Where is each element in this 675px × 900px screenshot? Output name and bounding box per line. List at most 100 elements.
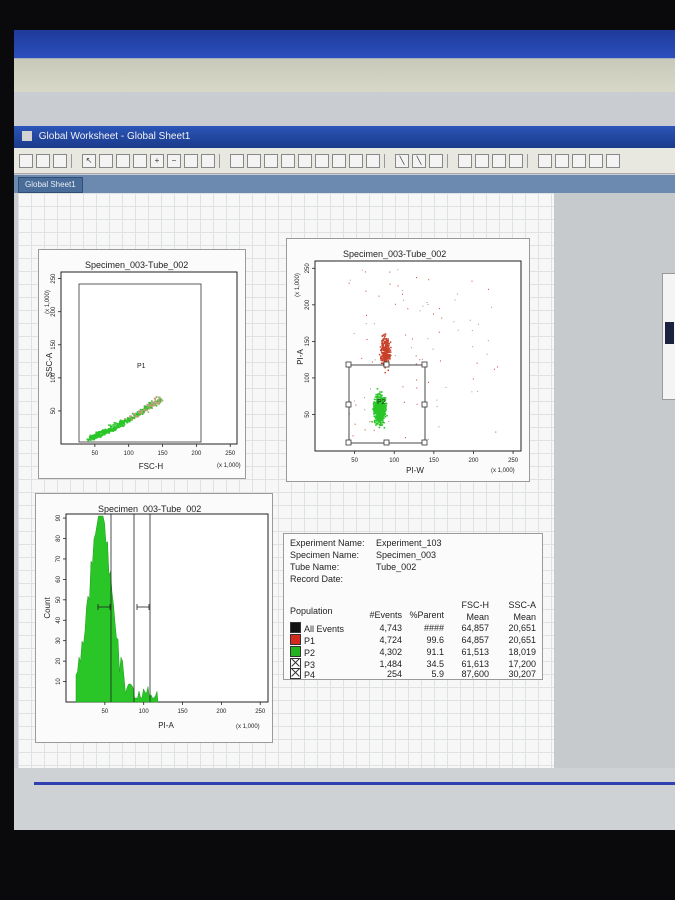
app-icon (22, 131, 32, 142)
plot-frame (314, 260, 522, 452)
line-tool-icon[interactable]: ╲ (395, 153, 409, 168)
x-axis-label: PI-W (406, 466, 424, 475)
plot-frame (60, 271, 238, 445)
window-title: Global Worksheet - Global Sheet1 (38, 131, 191, 142)
dot-plot-ssc-fsc[interactable]: Specimen_003-Tube_002 P1 50 100 150 200 250 … (38, 249, 246, 479)
open-icon[interactable] (19, 153, 33, 168)
toolbar-divider (447, 153, 454, 168)
tube-name-label: Tube Name: (290, 562, 340, 572)
dot-plot-icon[interactable] (99, 153, 113, 168)
table-row[interactable]: P1 4,724 99.6 64,857 20,651 (290, 634, 536, 646)
x-tick-label: 100 (124, 451, 135, 457)
fsch-mean-cell: 61,513 (461, 647, 489, 657)
interval-gate-icon[interactable] (281, 153, 295, 168)
toolbar-divider (71, 153, 78, 168)
record-date-row: Record Date: (290, 574, 376, 584)
experiment-name-label: Experiment Name: (290, 538, 365, 548)
y-tick-label: 10 (56, 678, 62, 685)
zoom-out-icon[interactable]: − (167, 153, 181, 168)
page-icon[interactable] (366, 153, 380, 168)
specimen-name-label: Specimen Name: (290, 550, 360, 560)
ssca-mean-cell: 18,019 (508, 647, 536, 657)
arrange-icon[interactable] (555, 153, 569, 168)
tube-name-row: Tube Name: Tube_002 (290, 562, 416, 572)
gate-label: P2 (377, 399, 386, 406)
experiment-name-value: Experiment_103 (376, 538, 442, 548)
x-scale-note: (x 1,000) (236, 724, 260, 730)
dot-plot-pia-piw[interactable]: Specimen_003-Tube_002 P2 50 100 150 200 250 … (286, 238, 530, 482)
taskbar-line (34, 782, 675, 785)
table-row[interactable]: P2 4,302 91.1 61,513 18,019 (290, 646, 536, 658)
monitor-screen: Global Worksheet - Global Sheet1 ↖ + − ╲… (14, 30, 675, 830)
grid-layout-icon[interactable] (589, 153, 603, 168)
x-tick-label: 250 (255, 709, 266, 715)
layout-icon[interactable] (332, 153, 346, 168)
polygon-gate-icon[interactable] (247, 153, 261, 168)
grid-icon[interactable] (349, 153, 363, 168)
x-ticks: 50 100 150 200 250 (92, 444, 236, 457)
ssca-mean-cell: 30,207 (508, 669, 536, 679)
x-tick-label: 100 (389, 458, 400, 464)
hierarchy-icon[interactable] (315, 153, 329, 168)
y-axis-label: Count (43, 597, 52, 619)
align-right-icon[interactable] (492, 153, 506, 168)
x-tick-label: 100 (139, 709, 150, 715)
col-header-events: #Events (369, 610, 402, 620)
y-tick-label: 150 (305, 336, 311, 347)
zoom-in-icon[interactable]: + (150, 153, 164, 168)
rectangle-gate-icon[interactable] (230, 153, 244, 168)
table-row[interactable]: P4 254 5.9 87,600 30,207 (290, 668, 536, 681)
events-cell: 4,302 (379, 647, 402, 657)
align-left-icon[interactable] (458, 153, 472, 168)
x-tick-label: 250 (508, 458, 519, 464)
y-tick-label: 50 (51, 407, 57, 414)
gate-label: P1 (137, 363, 146, 370)
histogram-icon[interactable] (53, 153, 67, 168)
x-tick-label: 50 (351, 458, 358, 464)
y-tick-label: 60 (56, 575, 62, 582)
quadrant-gate-icon[interactable] (298, 153, 312, 168)
print-icon[interactable] (36, 153, 50, 168)
text-box-icon[interactable] (201, 153, 215, 168)
specimen-name-value: Specimen_003 (376, 550, 437, 560)
batch-icon[interactable] (538, 153, 552, 168)
arrow-tool-icon[interactable]: ╲ (412, 153, 426, 168)
y-ticks: 50 100 150 200 250 (305, 263, 315, 418)
table-icon[interactable] (572, 153, 586, 168)
tab-global-sheet1[interactable]: Global Sheet1 (18, 177, 83, 193)
y-tick-label: 40 (56, 616, 62, 623)
format-icon[interactable] (429, 153, 443, 168)
x-axis-label: PI-A (158, 721, 174, 730)
x-tick-label: 150 (158, 451, 169, 457)
sheet-tab-strip: Global Sheet1 (14, 175, 675, 193)
side-widget[interactable] (662, 273, 675, 400)
ssca-mean-cell: 20,651 (508, 635, 536, 645)
col-header-population: Population (290, 606, 333, 616)
col-header-parent: %Parent (409, 610, 444, 620)
y-scale-note: (x 1,000) (45, 290, 51, 314)
bar-plot-icon[interactable] (133, 153, 147, 168)
contour-plot-icon[interactable] (116, 153, 130, 168)
distribute-icon[interactable] (509, 153, 523, 168)
list-view-icon[interactable] (606, 153, 620, 168)
statistics-view[interactable]: Experiment Name: Experiment_103 Specimen … (283, 533, 543, 680)
align-center-icon[interactable] (475, 153, 489, 168)
snap-gate-icon[interactable] (264, 153, 278, 168)
y-tick-label: 200 (51, 306, 57, 317)
worksheet-titlebar[interactable]: Global Worksheet - Global Sheet1 (14, 126, 675, 148)
x-tick-label: 200 (216, 709, 227, 715)
col-header-ssca-mean: Mean (513, 612, 536, 622)
pointer-icon[interactable]: ↖ (82, 153, 96, 168)
y-axis-label: PI-A (296, 349, 305, 365)
population-cell: P4 (290, 668, 315, 681)
ssca-mean-cell: 20,651 (508, 623, 536, 633)
color-swatch (290, 646, 301, 657)
toolbar-divider (219, 153, 226, 168)
side-widget-handle[interactable] (665, 322, 674, 344)
worksheet-canvas[interactable]: Specimen_003-Tube_002 P1 50 100 150 200 250 … (18, 193, 554, 768)
x-ticks: 50 100 150 200 250 (102, 702, 266, 715)
table-row[interactable]: All Events 4,743 #### 64,857 20,651 (290, 622, 536, 634)
plot-svg: P1 50 100 150 200 250 50 100 150 200 250 FSC-H (… (45, 271, 241, 471)
histogram-pia[interactable]: Specimen_003-Tube_002 50 100 150 200 250 10 2… (35, 493, 273, 743)
statistics-icon[interactable] (184, 153, 198, 168)
